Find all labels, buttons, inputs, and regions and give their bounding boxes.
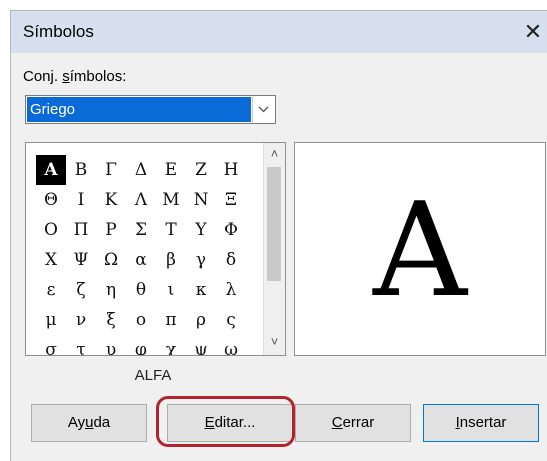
symbol-cell[interactable]: Λ: [126, 185, 156, 215]
symbol-cell[interactable]: Ξ: [216, 185, 246, 215]
preview-glyph: A: [373, 174, 467, 326]
symbol-cell[interactable]: Α: [36, 155, 66, 185]
symbol-cell[interactable]: χ: [156, 335, 186, 355]
symbol-cell[interactable]: Γ: [96, 155, 126, 185]
symbol-cell[interactable]: Υ: [186, 215, 216, 245]
close-button[interactable]: Cerrar: [295, 404, 411, 442]
scroll-up-icon[interactable]: ˄: [264, 146, 285, 164]
close-label-mnemonic: C: [331, 414, 343, 431]
symbol-cell[interactable]: Ε: [156, 155, 186, 185]
help-label-pre: Ay: [67, 414, 86, 431]
symbol-cell[interactable]: γ: [186, 245, 216, 275]
symbol-cell[interactable]: ε: [36, 275, 66, 305]
edit-label-post: ditar...: [214, 414, 256, 431]
symbol-cell[interactable]: Μ: [156, 185, 186, 215]
insert-label-post: nsertar: [459, 414, 507, 431]
symbol-cell[interactable]: ν: [66, 305, 96, 335]
symbol-cell[interactable]: λ: [216, 275, 246, 305]
symbol-cell[interactable]: Σ: [126, 215, 156, 245]
character-name: ALFA: [134, 367, 172, 384]
symbol-cell[interactable]: Χ: [36, 245, 66, 275]
symbol-cell[interactable]: ι: [156, 275, 186, 305]
symbol-cell[interactable]: Κ: [96, 185, 126, 215]
dropdown-button[interactable]: [252, 97, 274, 122]
help-button[interactable]: Ayuda: [31, 404, 147, 442]
symbol-cell[interactable]: Ν: [186, 185, 216, 215]
symbol-cell[interactable]: Η: [216, 155, 246, 185]
symbol-set-label-mnemonic: s: [62, 68, 70, 85]
symbol-cell[interactable]: δ: [216, 245, 246, 275]
symbol-cell[interactable]: ξ: [96, 305, 126, 335]
symbol-cell[interactable]: φ: [126, 335, 156, 355]
symbol-grid[interactable]: ΑΒΓΔΕΖΗ ΘΙΚΛΜΝΞ ΟΠΡΣΤΥΦ ΧΨΩαβγδ εζηθικλ μνξοπ…: [36, 155, 246, 355]
symbol-cell[interactable]: α: [126, 245, 156, 275]
symbol-cell[interactable]: Ω: [96, 245, 126, 275]
symbol-cell[interactable]: θ: [126, 275, 156, 305]
symbol-preview: A: [294, 142, 546, 356]
dialog-title: Símbolos: [23, 22, 94, 41]
symbol-cell[interactable]: Φ: [216, 215, 246, 245]
symbol-cell[interactable]: β: [156, 245, 186, 275]
title-bar: Símbolos ✕: [11, 11, 547, 53]
symbol-cell[interactable]: η: [96, 275, 126, 305]
symbol-cell[interactable]: ο: [126, 305, 156, 335]
symbol-cell[interactable]: ψ: [186, 335, 216, 355]
chevron-down-icon: [258, 106, 269, 113]
symbol-cell[interactable]: ρ: [186, 305, 216, 335]
symbol-set-selected-value[interactable]: Griego: [27, 97, 251, 122]
symbol-set-label-prefix: Conj.: [23, 68, 63, 85]
symbol-cell[interactable]: π: [156, 305, 186, 335]
symbol-cell[interactable]: ω: [216, 335, 246, 355]
symbol-cell[interactable]: ζ: [66, 275, 96, 305]
symbol-cell[interactable]: σ: [36, 335, 66, 355]
symbol-grid-scrollbar[interactable]: ˄ ˅: [263, 143, 285, 355]
symbol-cell[interactable]: Π: [66, 215, 96, 245]
edit-label-mnemonic: E: [204, 414, 215, 431]
symbol-set-label: Conj. símbolos:: [23, 68, 126, 85]
symbol-cell[interactable]: τ: [66, 335, 96, 355]
symbol-cell[interactable]: Δ: [126, 155, 156, 185]
scroll-down-icon[interactable]: ˅: [264, 334, 285, 352]
symbol-cell[interactable]: Ζ: [186, 155, 216, 185]
symbol-cell[interactable]: κ: [186, 275, 216, 305]
symbol-cell[interactable]: Θ: [36, 185, 66, 215]
scrollbar-thumb[interactable]: [267, 167, 281, 281]
symbol-cell[interactable]: Ρ: [96, 215, 126, 245]
symbol-set-label-suffix: ímbolos:: [69, 68, 127, 85]
insert-button[interactable]: Insertar: [423, 404, 539, 442]
symbol-cell[interactable]: μ: [36, 305, 66, 335]
symbol-cell[interactable]: Ο: [36, 215, 66, 245]
symbol-cell[interactable]: υ: [96, 335, 126, 355]
symbol-grid-panel[interactable]: ΑΒΓΔΕΖΗ ΘΙΚΛΜΝΞ ΟΠΡΣΤΥΦ ΧΨΩαβγδ εζηθικλ μνξοπ…: [25, 142, 286, 356]
symbols-dialog: Símbolos ✕ Conj. símbolos: Griego ΑΒΓΔΕΖ…: [10, 10, 547, 461]
edit-button[interactable]: Editar...: [167, 404, 293, 442]
close-label-post: errar: [342, 414, 375, 431]
symbol-cell[interactable]: Τ: [156, 215, 186, 245]
symbol-cell[interactable]: Β: [66, 155, 96, 185]
symbol-cell[interactable]: Ι: [66, 185, 96, 215]
symbol-cell[interactable]: Ψ: [66, 245, 96, 275]
close-icon[interactable]: ✕: [519, 18, 547, 46]
help-label-post: da: [93, 414, 111, 431]
symbol-set-dropdown[interactable]: Griego: [25, 95, 276, 124]
symbol-cell[interactable]: ς: [216, 305, 246, 335]
